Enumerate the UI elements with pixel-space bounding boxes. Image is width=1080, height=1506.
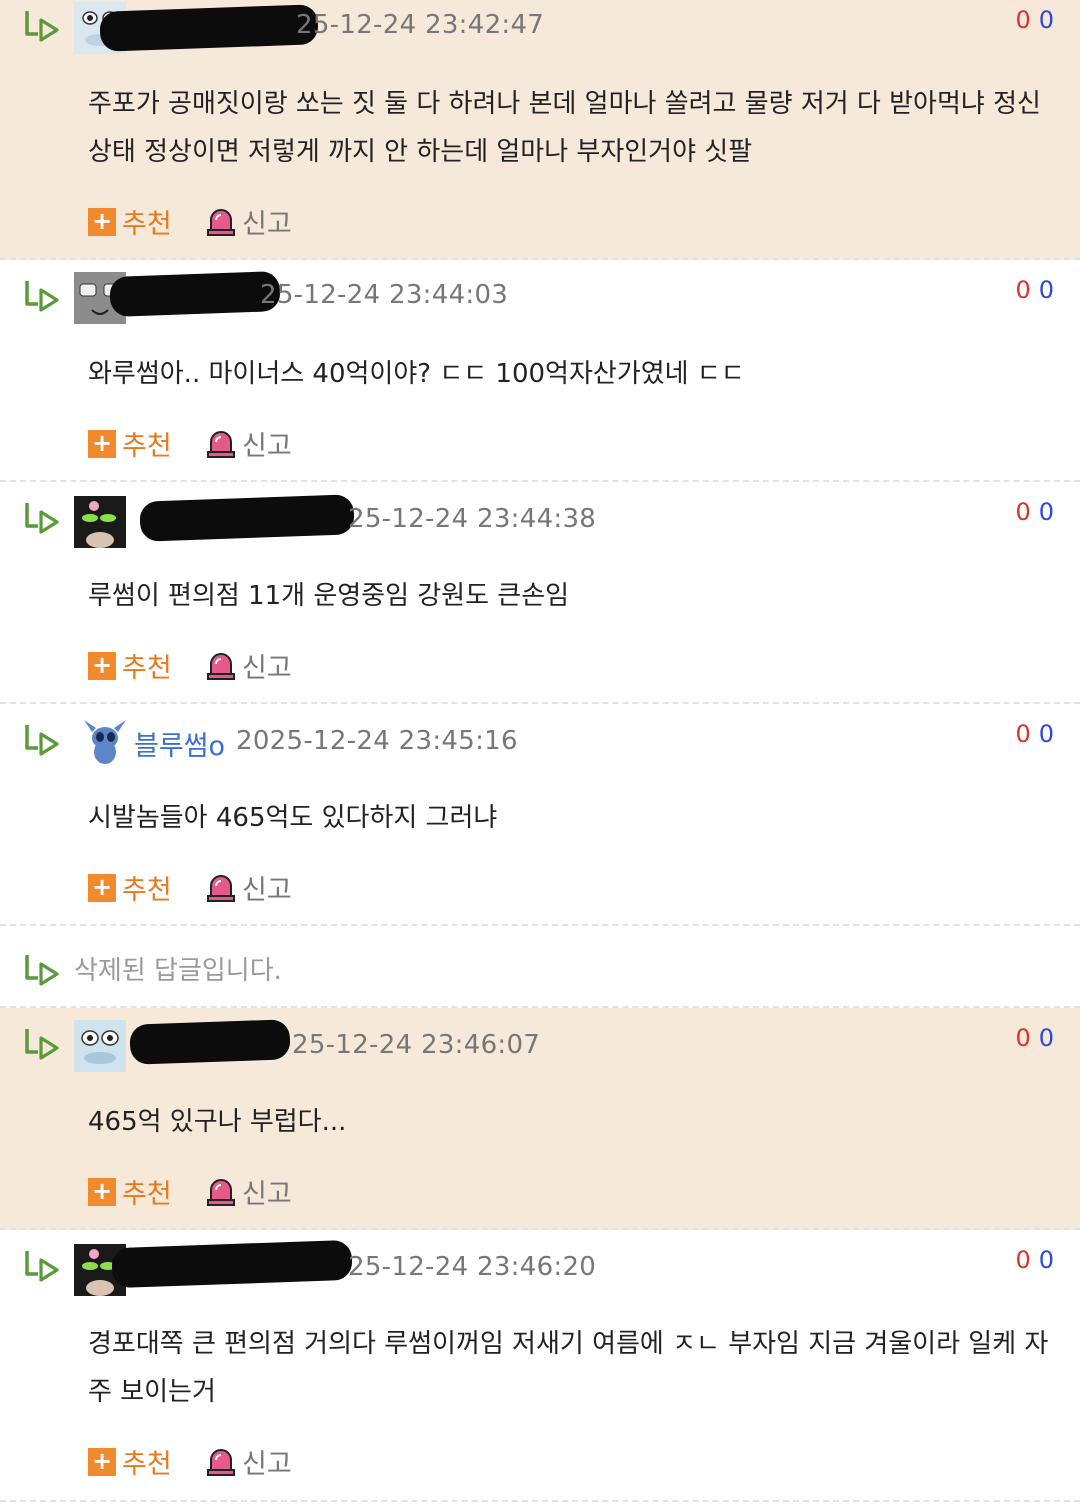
- vote-up-count[interactable]: 0: [1015, 498, 1030, 526]
- comment-text: 465억 있구나 부럽다...: [88, 1107, 347, 1137]
- recommend-button[interactable]: + 추천: [88, 1174, 172, 1210]
- vote-down-count[interactable]: 0: [1039, 1246, 1054, 1274]
- report-button[interactable]: 신고: [206, 1174, 292, 1210]
- vote-up-count[interactable]: 0: [1015, 1246, 1030, 1274]
- vote-down-count[interactable]: 0: [1039, 6, 1054, 34]
- comment-item: 25-12-24 23:46:20 00 경포대쪽 큰 편의점 거의다 루썸이꺼…: [0, 1230, 1080, 1502]
- report-button[interactable]: 신고: [206, 1444, 292, 1480]
- vote-counts: 00: [1015, 276, 1054, 304]
- recommend-button[interactable]: + 추천: [88, 648, 172, 684]
- comment-date: 25-12-24 23:44:03: [260, 280, 509, 310]
- vote-up-count[interactable]: 0: [1015, 1024, 1030, 1052]
- vote-counts: 00: [1015, 498, 1054, 526]
- avatar[interactable]: [74, 1020, 126, 1072]
- comment-text: 경포대쪽 큰 편의점 거의다 루썸이꺼임 저새기 여름에 ㅈㄴ 부자임 지금 겨…: [88, 1329, 1049, 1407]
- comment-date: 25-12-24 23:44:38: [348, 504, 597, 534]
- siren-icon: [206, 1447, 236, 1477]
- comment-text: 주포가 공매짓이랑 쏘는 짓 둘 다 하려나 본데 얼마나 쏠려고 물량 저거 …: [88, 89, 1041, 167]
- report-button[interactable]: 신고: [206, 426, 292, 462]
- vote-counts: 00: [1015, 720, 1054, 748]
- comment-date: 25-12-24 23:46:20: [348, 1252, 597, 1282]
- siren-icon: [206, 1177, 236, 1207]
- plus-icon: +: [88, 652, 116, 680]
- redacted-nickname: [109, 271, 281, 317]
- siren-icon: [206, 651, 236, 681]
- comment-item: 25-12-24 23:44:03 00 와루썸아.. 마이너스 40억이야? …: [0, 260, 1080, 482]
- comment-date: 2025-12-24 23:45:16: [236, 726, 518, 756]
- deleted-reply: 삭제된 답글입니다.: [0, 926, 1080, 1008]
- avatar[interactable]: [74, 496, 126, 548]
- report-button[interactable]: 신고: [206, 204, 292, 240]
- vote-counts: 00: [1015, 1246, 1054, 1274]
- comment-item: 25-12-24 23:46:07 00 465억 있구나 부럽다... + 추천…: [0, 1008, 1080, 1230]
- report-button[interactable]: 신고: [206, 870, 292, 906]
- vote-down-count[interactable]: 0: [1039, 276, 1054, 304]
- comment-text: 루썸이 편의점 11개 운영중임 강원도 큰손임: [88, 581, 570, 611]
- plus-icon: +: [88, 208, 116, 236]
- reply-arrow-icon: [24, 8, 60, 42]
- comment-item: 25-12-24 23:44:38 00 루썸이 편의점 11개 운영중임 강원…: [0, 482, 1080, 704]
- plus-icon: +: [88, 1178, 116, 1206]
- comment-date: 25-12-24 23:42:47: [296, 10, 545, 40]
- deleted-reply-text: 삭제된 답글입니다.: [74, 956, 282, 986]
- reply-arrow-icon: [24, 500, 60, 534]
- vote-counts: 00: [1015, 1024, 1054, 1052]
- vote-down-count[interactable]: 0: [1039, 720, 1054, 748]
- comment-text: 와루썸아.. 마이너스 40억이야? ㄷㄷ 100억자산가였네 ㄷㄷ: [88, 359, 745, 389]
- vote-up-count[interactable]: 0: [1015, 276, 1030, 304]
- siren-icon: [206, 873, 236, 903]
- redacted-nickname: [111, 1239, 353, 1289]
- reply-arrow-icon: [24, 722, 60, 756]
- redacted-nickname: [129, 1019, 291, 1065]
- recommend-button[interactable]: + 추천: [88, 1444, 172, 1480]
- vote-up-count[interactable]: 0: [1015, 6, 1030, 34]
- redacted-nickname: [139, 494, 355, 542]
- comment-item: 25-12-24 23:42:47 00 주포가 공매짓이랑 쏘는 짓 둘 다 …: [0, 0, 1080, 260]
- avatar[interactable]: [82, 718, 128, 768]
- reply-arrow-icon: [24, 1248, 60, 1282]
- comment-item: 블루썸o 2025-12-24 23:45:16 00 시발놈들아 465억도 …: [0, 704, 1080, 926]
- vote-down-count[interactable]: 0: [1039, 498, 1054, 526]
- comment-date: 25-12-24 23:46:07: [292, 1030, 541, 1060]
- plus-icon: +: [88, 1448, 116, 1476]
- siren-icon: [206, 429, 236, 459]
- vote-down-count[interactable]: 0: [1039, 1024, 1054, 1052]
- report-button[interactable]: 신고: [206, 648, 292, 684]
- reply-arrow-icon: [24, 952, 60, 986]
- reply-arrow-icon: [24, 1026, 60, 1060]
- redacted-nickname: [99, 4, 319, 52]
- recommend-button[interactable]: + 추천: [88, 204, 172, 240]
- comment-text: 시발놈들아 465억도 있다하지 그러냐: [88, 803, 498, 833]
- reply-arrow-icon: [24, 278, 60, 312]
- plus-icon: +: [88, 874, 116, 902]
- nickname[interactable]: 블루썸o: [134, 724, 225, 763]
- recommend-button[interactable]: + 추천: [88, 426, 172, 462]
- vote-counts: 00: [1015, 6, 1054, 34]
- recommend-button[interactable]: + 추천: [88, 870, 172, 906]
- vote-up-count[interactable]: 0: [1015, 720, 1030, 748]
- siren-icon: [206, 207, 236, 237]
- plus-icon: +: [88, 430, 116, 458]
